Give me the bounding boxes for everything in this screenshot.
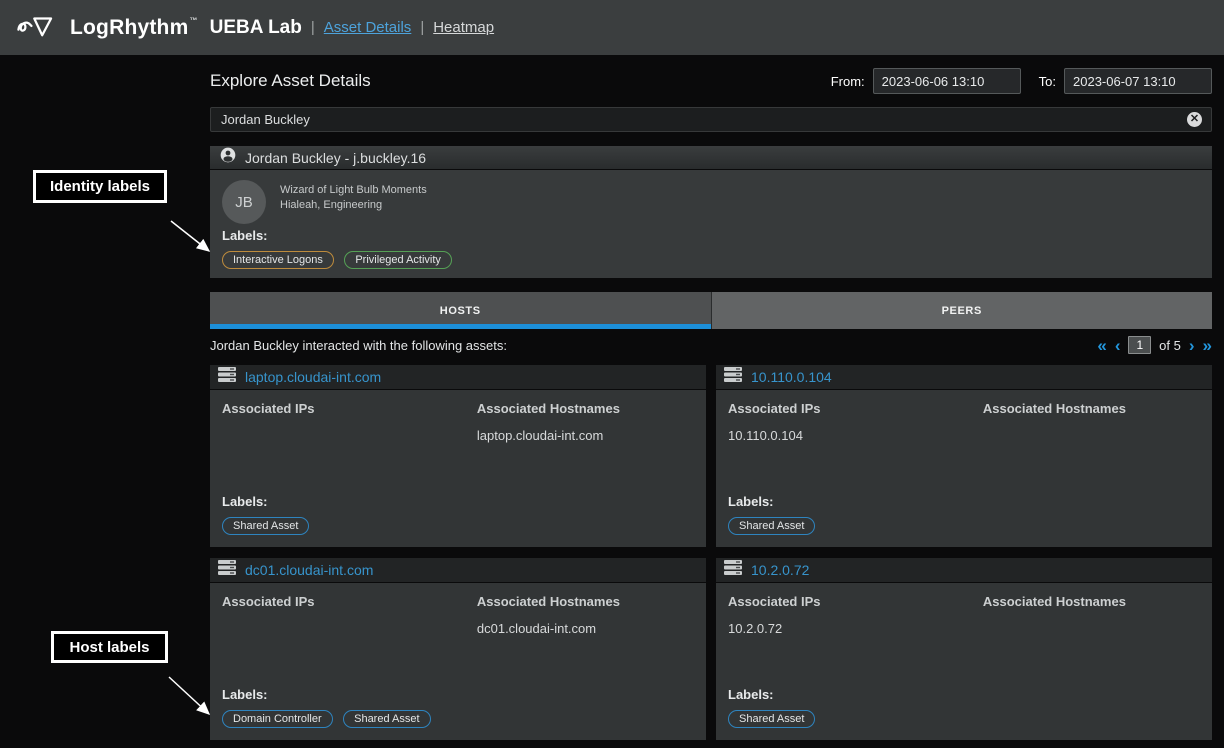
annotation-arrow-identity (171, 221, 209, 251)
results-row: Jordan Buckley interacted with the follo… (210, 333, 1212, 357)
asset-search-bar: ✕ (210, 107, 1212, 132)
active-tab-underline (210, 324, 711, 329)
host-card-body: Associated IPs Associated Hostnames 10.1… (716, 390, 1212, 547)
tab-hosts-label: HOSTS (440, 305, 481, 317)
identity-card-body: JB Wizard of Light Bulb Moments Hialeah,… (210, 170, 1212, 278)
identity-card-header: Jordan Buckley - j.buckley.16 (210, 146, 1212, 169)
previous-page-button[interactable]: ‹ (1115, 337, 1121, 354)
host-labels-block: Labels: Shared Asset (728, 494, 1200, 535)
identity-info: Wizard of Light Bulb Moments Hialeah, En… (280, 183, 427, 213)
ip-value (222, 621, 477, 637)
clear-search-icon[interactable]: ✕ (1187, 112, 1202, 127)
annotation-box-host-labels: Host labels (51, 631, 168, 663)
associated-hostnames-heading: Associated Hostnames (983, 401, 1200, 416)
host-label-pill: Shared Asset (728, 710, 815, 728)
host-labels-heading: Labels: (222, 494, 694, 509)
to-date-input[interactable] (1064, 68, 1212, 94)
hostname-value (983, 621, 1200, 637)
logrhythm-logo-icon (16, 11, 60, 44)
associated-ips-heading: Associated IPs (728, 594, 983, 609)
associated-ips-heading: Associated IPs (222, 594, 477, 609)
to-label: To: (1039, 74, 1056, 89)
nav-link-asset-details[interactable]: Asset Details (324, 19, 412, 36)
host-labels-heading: Labels: (728, 687, 1200, 702)
ip-value (222, 428, 477, 444)
identity-job-title: Wizard of Light Bulb Moments (280, 183, 427, 198)
server-icon (218, 560, 236, 580)
host-card: 10.110.0.104 Associated IPs Associated H… (716, 365, 1212, 547)
host-label-pill: Domain Controller (222, 710, 333, 728)
host-labels-block: Labels: Shared Asset (222, 494, 694, 535)
results-summary: Jordan Buckley interacted with the follo… (210, 338, 1097, 353)
server-icon (724, 367, 742, 387)
brand-title: LogRhythm™ (70, 16, 198, 40)
annotation-box-identity-labels: Identity labels (33, 170, 167, 203)
title-row: Explore Asset Details From: To: (210, 66, 1212, 96)
host-labels-heading: Labels: (222, 687, 694, 702)
tab-hosts[interactable]: HOSTS (210, 292, 712, 329)
from-label: From: (831, 74, 865, 89)
last-page-button[interactable]: » (1203, 337, 1212, 354)
host-label-pill: Shared Asset (728, 517, 815, 535)
identity-labels: Interactive Logons Privileged Activity (222, 250, 458, 269)
app-title: UEBA Lab (210, 17, 302, 39)
host-link[interactable]: 10.110.0.104 (751, 369, 832, 385)
host-card-body: Associated IPs Associated Hostnames lapt… (210, 390, 706, 547)
identity-label-pill: Privileged Activity (344, 251, 452, 269)
host-label-pill: Shared Asset (222, 517, 309, 535)
identity-department: Hialeah, Engineering (280, 198, 427, 213)
associated-hostnames-heading: Associated Hostnames (477, 401, 694, 416)
host-labels-block: Labels: Shared Asset (728, 687, 1200, 728)
ip-value: 10.2.0.72 (728, 621, 983, 637)
associated-ips-heading: Associated IPs (222, 401, 477, 416)
first-page-button[interactable]: « (1097, 337, 1106, 354)
host-labels-heading: Labels: (728, 494, 1200, 509)
hostname-value: dc01.cloudai-int.com (477, 621, 694, 637)
host-link[interactable]: dc01.cloudai-int.com (245, 562, 373, 578)
annotation-arrow-host (169, 677, 209, 714)
host-card: dc01.cloudai-int.com Associated IPs Asso… (210, 558, 706, 740)
page-number[interactable]: 1 (1128, 336, 1151, 354)
identity-name: Jordan Buckley - j.buckley.16 (245, 150, 426, 166)
tab-peers-label: PEERS (942, 305, 982, 317)
host-card-body: Associated IPs Associated Hostnames dc01… (210, 583, 706, 740)
avatar: JB (222, 180, 266, 224)
nav-separator: | (420, 19, 424, 36)
nav-link-heatmap[interactable]: Heatmap (433, 19, 494, 36)
pagination: « ‹ 1 of 5 › » (1097, 336, 1212, 354)
page-title: Explore Asset Details (210, 71, 831, 91)
next-page-button[interactable]: › (1189, 337, 1195, 354)
host-link[interactable]: 10.2.0.72 (751, 562, 809, 578)
top-navigation-bar: LogRhythm™ UEBA Lab | Asset Details | He… (0, 0, 1224, 55)
host-card: laptop.cloudai-int.com Associated IPs As… (210, 365, 706, 547)
person-icon (220, 147, 236, 168)
tab-bar: HOSTS PEERS (210, 292, 1212, 329)
page-count-label: of 5 (1159, 338, 1181, 353)
nav-separator: | (311, 19, 315, 36)
from-date-input[interactable] (873, 68, 1021, 94)
hostname-value: laptop.cloudai-int.com (477, 428, 694, 444)
associated-ips-heading: Associated IPs (728, 401, 983, 416)
host-label-pill: Shared Asset (343, 710, 430, 728)
host-card-header: 10.110.0.104 (716, 365, 1212, 389)
hostname-value (983, 428, 1200, 444)
host-labels-block: Labels: Domain Controller Shared Asset (222, 687, 694, 728)
identity-card: Jordan Buckley - j.buckley.16 JB Wizard … (210, 146, 1212, 278)
trademark-mark: ™ (189, 16, 197, 25)
identity-labels-heading: Labels: (222, 228, 268, 243)
host-card-body: Associated IPs Associated Hostnames 10.2… (716, 583, 1212, 740)
host-card-header: dc01.cloudai-int.com (210, 558, 706, 582)
identity-label-pill: Interactive Logons (222, 251, 334, 269)
server-icon (218, 367, 236, 387)
search-input[interactable] (211, 108, 1187, 131)
ip-value: 10.110.0.104 (728, 428, 983, 444)
host-card-header: 10.2.0.72 (716, 558, 1212, 582)
host-card: 10.2.0.72 Associated IPs Associated Host… (716, 558, 1212, 740)
associated-hostnames-heading: Associated Hostnames (477, 594, 694, 609)
host-card-header: laptop.cloudai-int.com (210, 365, 706, 389)
server-icon (724, 560, 742, 580)
tab-peers[interactable]: PEERS (712, 292, 1213, 329)
associated-hostnames-heading: Associated Hostnames (983, 594, 1200, 609)
host-link[interactable]: laptop.cloudai-int.com (245, 369, 381, 385)
